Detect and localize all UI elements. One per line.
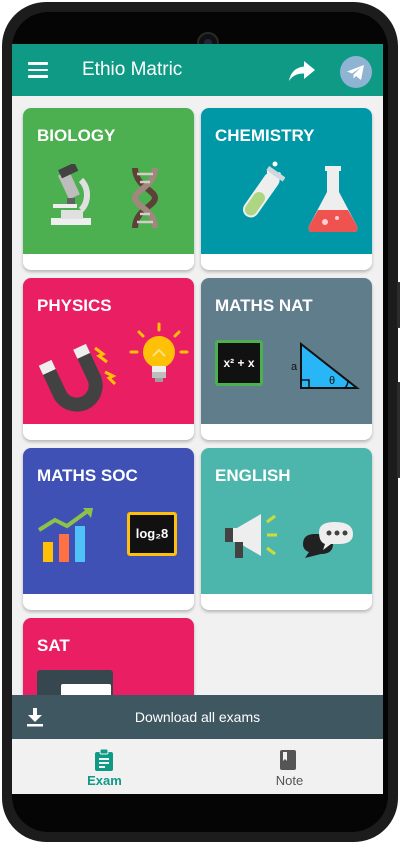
subject-label: ENGLISH [215,466,291,485]
megaphone-icon [225,514,277,558]
chalkboard-icon: x² + x [215,340,263,386]
subject-label: MATHS NAT [215,296,313,315]
magnet-icon [38,343,117,412]
tab-note-label[interactable]: Note [197,773,382,788]
log-board-icon: log₂8 [127,512,177,556]
subject-label: PHYSICS [37,296,112,315]
subject-card-maths-soc[interactable]: MATHS SOC log₂8 [23,448,194,610]
test-tube-icon [242,161,285,218]
subject-card-physics[interactable]: PHYSICS [23,278,194,440]
telegram-icon[interactable] [340,56,372,88]
clipboard-icon[interactable] [94,749,114,771]
app-bar: Ethio Matric [12,44,383,96]
download-all-label[interactable]: Download all exams [12,709,383,725]
subject-card-english[interactable]: ENGLISH [201,448,372,610]
subject-card-chemistry[interactable]: CHEMISTRY [201,108,372,270]
app-screen: Ethio Matric BIOLOGY CHEMISTRY PHYSICS M… [12,44,383,794]
subject-card-maths-nat[interactable]: MATHS NAT x² + x θ a [201,278,372,440]
tab-exam[interactable]: Exam [12,739,197,794]
microscope-icon [51,164,91,225]
phone-device: Ethio Matric BIOLOGY CHEMISTRY PHYSICS M… [0,0,400,844]
dna-icon [131,167,159,229]
subject-label: MATHS SOC [37,466,138,485]
notebook-icon[interactable] [279,749,297,771]
hamburger-icon[interactable] [28,61,48,79]
subject-card-biology[interactable]: BIOLOGY [23,108,194,270]
triangle-side-label: a [291,361,298,373]
subject-grid: BIOLOGY CHEMISTRY PHYSICS MATHS NAT x² +… [12,96,383,780]
chalkboard-text: x² + x [223,356,255,370]
bar-chart-icon [37,508,93,562]
bottom-navigation: Exam Note [12,739,383,794]
triangle-angle-label: θ [329,375,335,387]
tab-note[interactable]: Note [197,739,382,794]
download-all-bar[interactable]: Download all exams [12,695,383,739]
speech-bubble-icon [303,522,353,558]
subject-label: BIOLOGY [37,126,116,145]
lightbulb-icon [129,322,189,382]
app-title: Ethio Matric [82,59,183,80]
subject-label: CHEMISTRY [215,126,315,145]
log-text: log₂8 [135,526,169,541]
flask-icon [308,166,358,232]
share-arrow-icon[interactable] [288,60,316,82]
subject-label: SAT [37,636,70,655]
triangle-icon: θ a [291,342,360,389]
tab-exam-label[interactable]: Exam [12,773,197,788]
